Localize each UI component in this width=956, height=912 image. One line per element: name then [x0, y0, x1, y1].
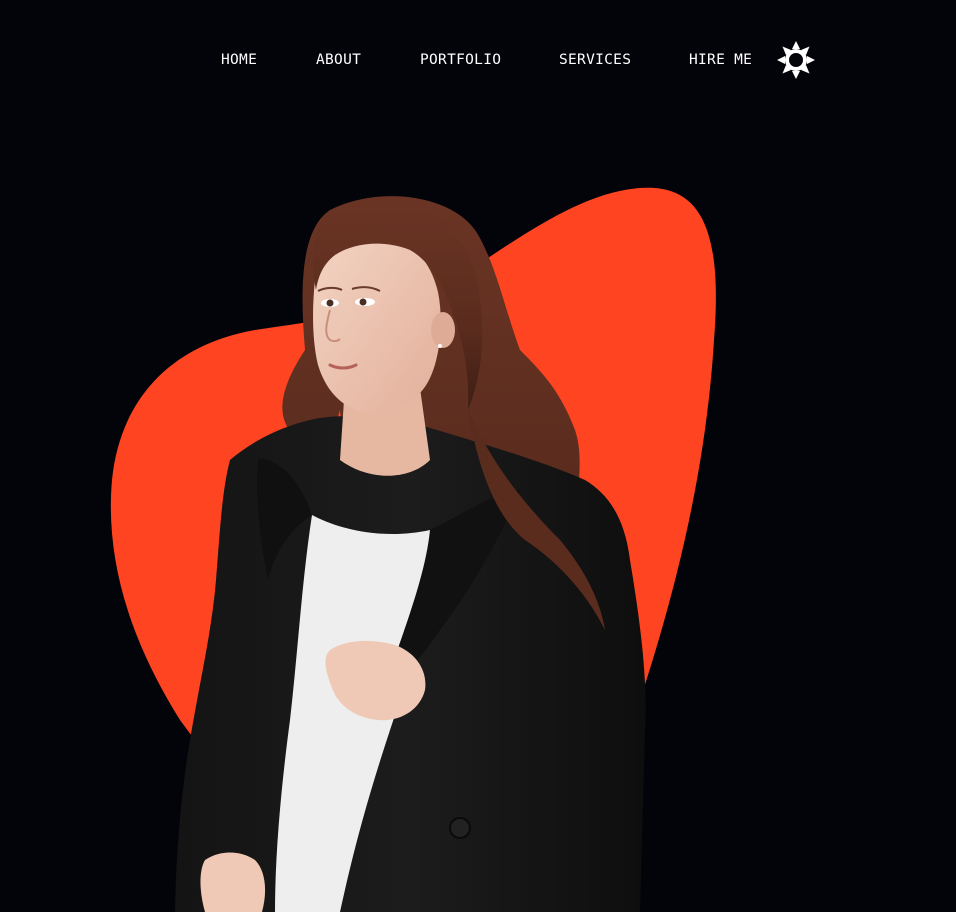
nav-hire-me-link[interactable]: HIRE ME — [689, 51, 752, 69]
hero-illustration — [110, 187, 716, 912]
nav-portfolio-link[interactable]: PORTFOLIO — [420, 51, 501, 69]
main-nav: HOME ABOUT PORTFOLIO SERVICES HIRE ME — [0, 0, 956, 120]
page: HOME ABOUT PORTFOLIO SERVICES HIRE ME — [0, 0, 956, 912]
nav-services-link[interactable]: SERVICES — [559, 51, 631, 69]
sun-icon — [777, 41, 815, 79]
hero-section — [0, 160, 956, 912]
theme-toggle-button[interactable] — [776, 40, 816, 80]
nav-about-link[interactable]: ABOUT — [316, 51, 361, 69]
nav-home-link[interactable]: HOME — [221, 51, 257, 69]
